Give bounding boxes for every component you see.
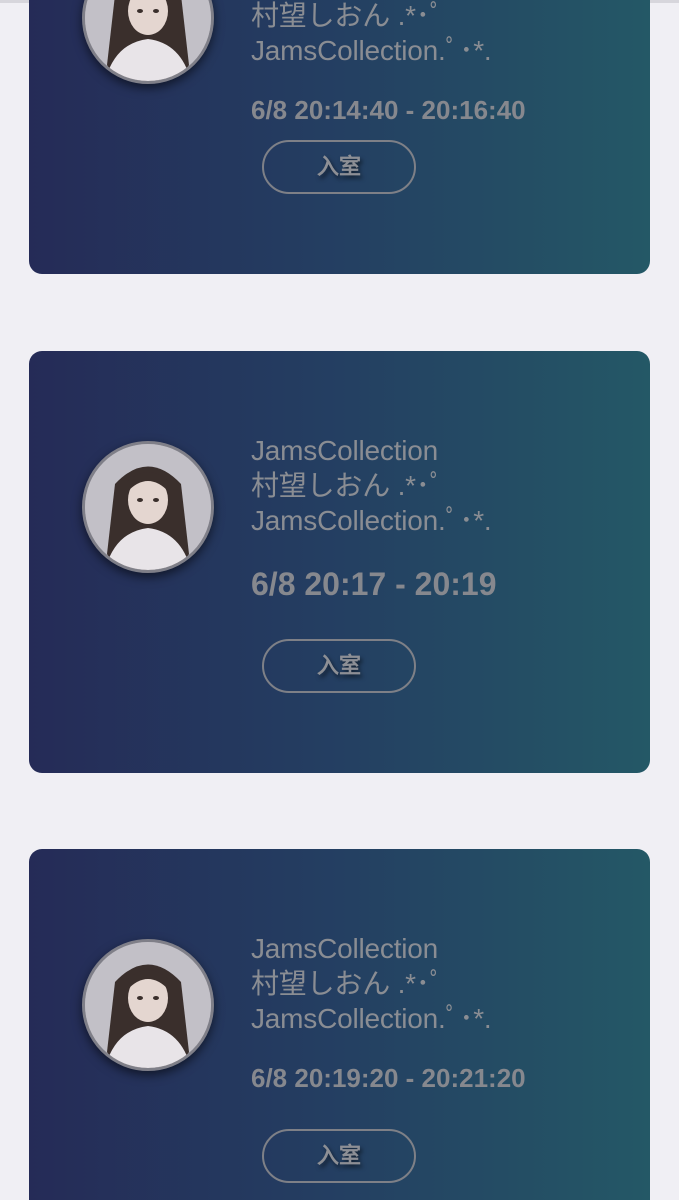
enter-room-button[interactable]: 入室 (262, 1129, 416, 1183)
session-time: 6/8 20:19:20 - 20:21:20 (251, 1063, 526, 1093)
enter-room-button[interactable]: 入室 (262, 140, 416, 194)
subtitle-line: 村望しおん .*･ﾟ (251, 470, 444, 501)
portrait-image (85, 444, 211, 570)
session-card: 村望しおん .*･ﾟ JamsCollection.ﾟ･*. 6/8 20:14… (29, 0, 650, 274)
session-info: 村望しおん .*･ﾟ JamsCollection.ﾟ･*. 6/8 20:14… (251, 0, 526, 126)
subtitle-line: 村望しおん .*･ﾟ (251, 968, 444, 999)
subtitle-line: 村望しおん .*･ﾟ (251, 0, 444, 31)
enter-room-button[interactable]: 入室 (262, 639, 416, 693)
session-info: JamsCollection 村望しおん .*･ﾟ JamsCollection… (251, 433, 497, 603)
avatar (82, 939, 214, 1071)
session-time: 6/8 20:17 - 20:19 (251, 566, 497, 602)
subtitle-line: JamsCollection.ﾟ･*. (251, 505, 492, 536)
session-card: JamsCollection 村望しおん .*･ﾟ JamsCollection… (29, 849, 650, 1200)
session-card: JamsCollection 村望しおん .*･ﾟ JamsCollection… (29, 351, 650, 773)
portrait-image (85, 942, 211, 1068)
session-time: 6/8 20:14:40 - 20:16:40 (251, 95, 526, 125)
subtitle-line: JamsCollection.ﾟ･*. (251, 1003, 492, 1034)
session-info: JamsCollection 村望しおん .*･ﾟ JamsCollection… (251, 931, 526, 1094)
subtitle-line: JamsCollection (251, 933, 439, 964)
avatar (82, 0, 214, 84)
portrait-image (85, 0, 211, 81)
subtitle-line: JamsCollection (251, 435, 439, 466)
subtitle-line: JamsCollection.ﾟ･*. (251, 35, 492, 66)
avatar (82, 441, 214, 573)
